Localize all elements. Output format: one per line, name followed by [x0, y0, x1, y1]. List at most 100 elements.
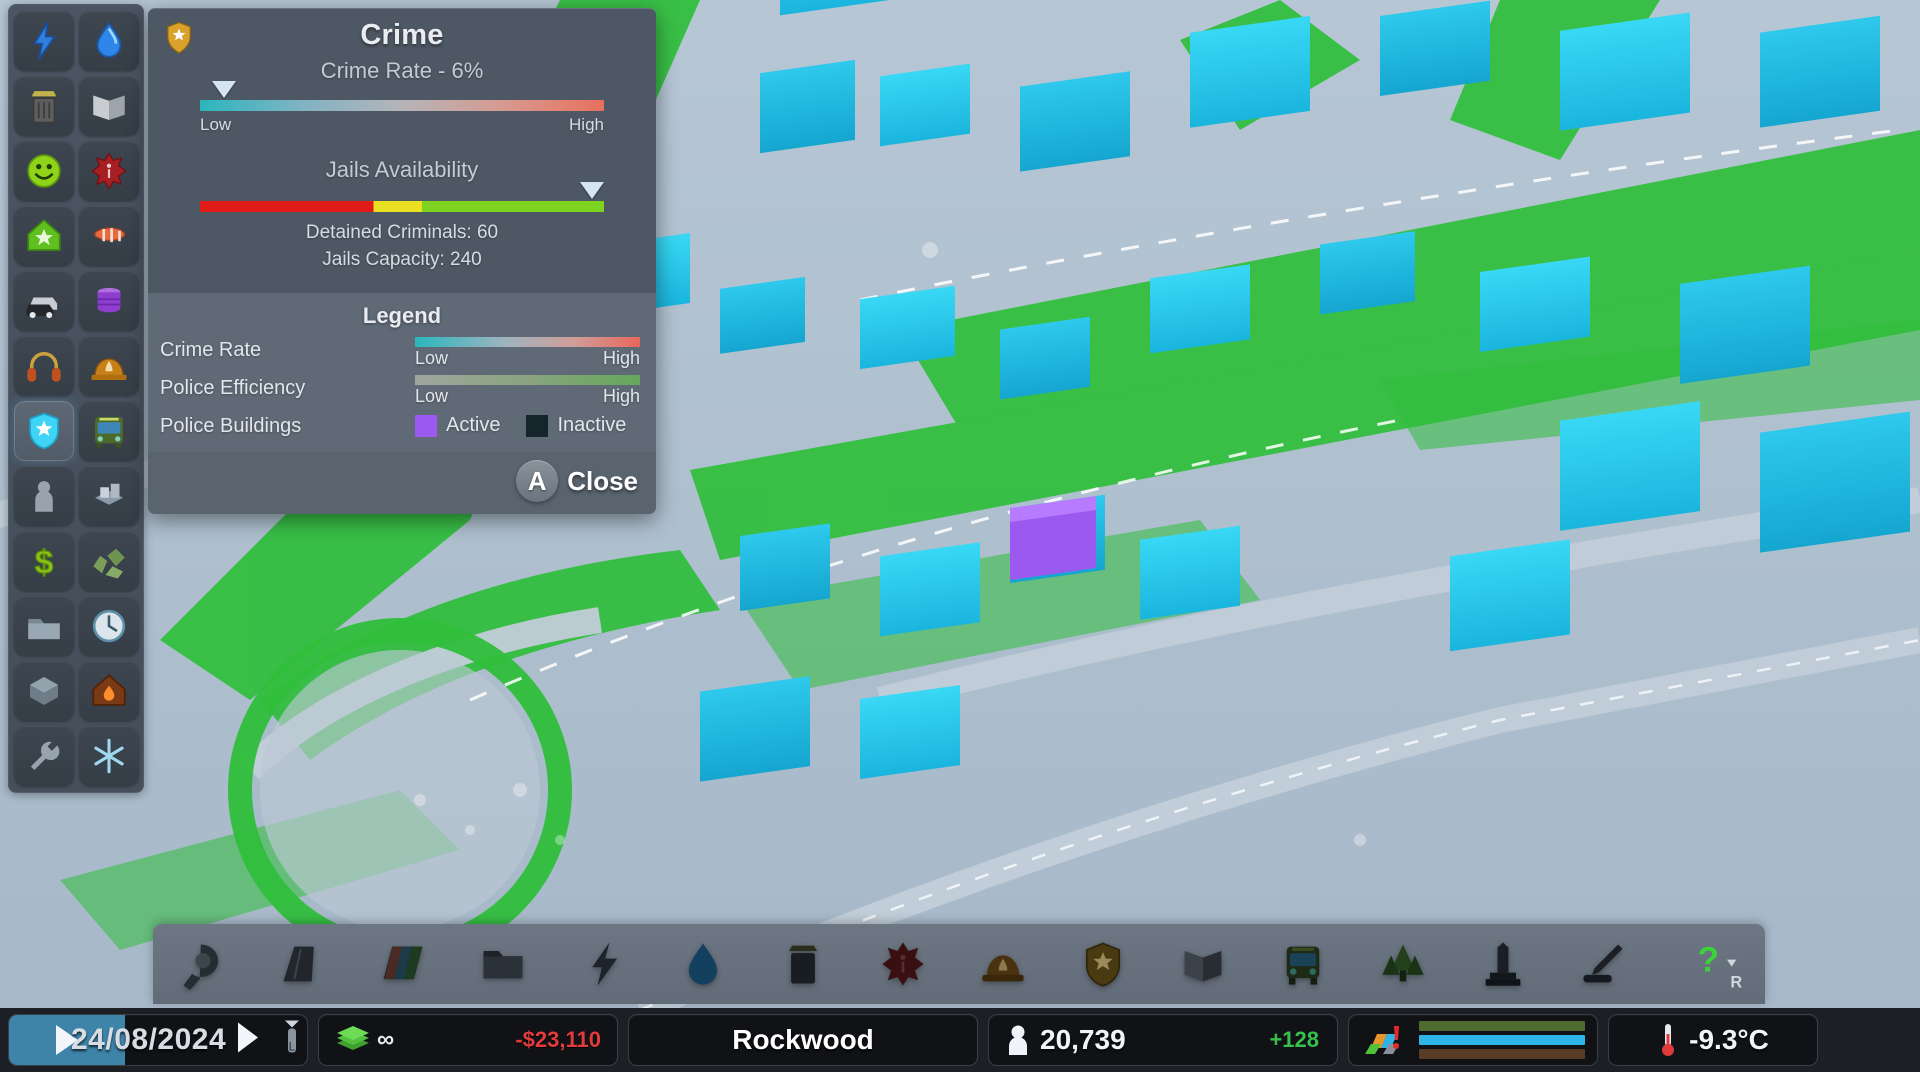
- temperature-value: -9.3°C: [1689, 1024, 1769, 1055]
- toolbar-item-education[interactable]: [1153, 924, 1253, 1004]
- police-building-marker: [1010, 495, 1096, 581]
- crime-scale-low: Low: [200, 115, 232, 134]
- fast-forward-button[interactable]: [234, 1021, 262, 1060]
- sidebar-item-electricity[interactable]: [14, 11, 74, 71]
- money-widget[interactable]: ∞ -$23,110: [318, 1014, 618, 1066]
- sidebar-item-garbage[interactable]: [14, 76, 74, 136]
- toolbar-item-police[interactable]: [1053, 924, 1153, 1004]
- trash-can-icon: [31, 91, 57, 124]
- legend-police-low: Low: [415, 386, 449, 406]
- toolbar-item-parks-plazas[interactable]: [1353, 924, 1453, 1004]
- sidebar-item-traffic[interactable]: [14, 271, 74, 331]
- sidebar-item-noise-pollution[interactable]: [14, 336, 74, 396]
- toolbar-item-electricity[interactable]: [553, 924, 653, 1004]
- legend-scale-police-efficiency: Low High: [415, 386, 640, 407]
- legend-row-crime-rate: Crime Rate Low High: [148, 337, 656, 369]
- toolbar-item-districts[interactable]: [453, 924, 553, 1004]
- monument-icon: [1485, 942, 1521, 986]
- toolbar-item-public-transport[interactable]: [1253, 924, 1353, 1004]
- crime-rate-bar: [200, 100, 604, 111]
- status-bar[interactable]: 24/08/2024 L ∞ -$23,110 Rockwood 20,739 …: [0, 1008, 1920, 1072]
- sidebar-item-time[interactable]: [79, 596, 139, 656]
- blocks-icon: [95, 483, 123, 505]
- legend-row-police-efficiency: Police Efficiency Low High: [148, 375, 656, 407]
- legend-gradient-crime-rate: [415, 337, 640, 347]
- toolbar-item-zoning[interactable]: [353, 924, 453, 1004]
- headphones-icon: [27, 352, 61, 382]
- cube-icon: [30, 677, 58, 705]
- infoviews-sidebar[interactable]: $: [8, 4, 144, 793]
- legend-value-police-efficiency: Low High: [415, 375, 644, 407]
- barrel-icon: [97, 287, 121, 313]
- book-icon: [1184, 951, 1222, 982]
- bulldozer-icon: [183, 944, 219, 990]
- sidebar-item-land-value[interactable]: [14, 206, 74, 266]
- toolbar-item-fire-department[interactable]: [953, 924, 1053, 1004]
- mini-bar-green: [1419, 1021, 1585, 1031]
- play-pause-button[interactable]: [9, 1015, 125, 1065]
- crime-scale-high: High: [569, 115, 604, 134]
- close-button-label: Close: [567, 465, 638, 496]
- sidebar-item-routes[interactable]: [14, 596, 74, 656]
- legend-value-police-buildings: Active Inactive: [415, 414, 652, 437]
- sidebar-item-population[interactable]: [14, 466, 74, 526]
- sidebar-item-public-transport[interactable]: [79, 401, 139, 461]
- toolbar-item-healthcare[interactable]: [853, 924, 953, 1004]
- police-badge-icon: [29, 412, 59, 450]
- sidebar-item-heating[interactable]: [79, 661, 139, 721]
- close-button[interactable]: A Close: [516, 460, 638, 502]
- dollar-icon: $: [34, 544, 54, 582]
- sidebar-item-natural-resources[interactable]: [79, 531, 139, 591]
- help-button[interactable]: ? R: [1685, 933, 1755, 995]
- sidebar-item-snow[interactable]: [79, 726, 139, 786]
- legend-title: Legend: [362, 303, 442, 328]
- toolbar-item-landscaping[interactable]: [1553, 924, 1653, 1004]
- toolbar-item-unique-buildings[interactable]: [1453, 924, 1553, 1004]
- toolbar-item-garbage[interactable]: [753, 924, 853, 1004]
- jails-availability-meter: [200, 182, 604, 212]
- toolbar-item-water-sewage[interactable]: [653, 924, 753, 1004]
- sidebar-item-crime[interactable]: [14, 401, 74, 461]
- legend-section: Legend Crime Rate Low High Police Effici…: [148, 293, 656, 452]
- crime-rate-marker: [212, 81, 237, 98]
- toolbar-item-bulldozer[interactable]: [153, 924, 253, 1004]
- jails-availability-label: Jails Availability: [325, 157, 479, 182]
- legend-swatch-active-group: Active: [415, 414, 500, 437]
- trash-can-icon: [788, 945, 818, 984]
- city-name-widget[interactable]: Rockwood: [628, 1014, 978, 1066]
- sidebar-item-maintenance[interactable]: [14, 726, 74, 786]
- legend-label-police-buildings: Police Buildings: [160, 415, 302, 437]
- zoning-icon: [383, 946, 423, 980]
- toolbar-item-roads[interactable]: [253, 924, 353, 1004]
- date-time-widget[interactable]: 24/08/2024 L: [8, 1014, 308, 1066]
- legend-inactive-label: Inactive: [557, 414, 627, 436]
- build-toolbar[interactable]: ? R: [153, 924, 1765, 1004]
- crime-info-panel[interactable]: Crime Crime Rate - 6% Low High Jails Ava…: [148, 8, 656, 514]
- population-widget[interactable]: 20,739 +128: [988, 1014, 1338, 1066]
- sidebar-item-education[interactable]: [79, 76, 139, 136]
- panel-footer: A Close: [148, 452, 656, 514]
- sidebar-item-budget[interactable]: $: [14, 531, 74, 591]
- sidebar-item-terrain[interactable]: [14, 661, 74, 721]
- police-badge-icon: [167, 21, 191, 54]
- money-delta-value: -$23,110: [515, 1027, 601, 1052]
- crime-rate-scale: Low High: [200, 115, 604, 135]
- sidebar-item-healthcare[interactable]: [79, 141, 139, 201]
- lightning-icon: [32, 22, 57, 60]
- population-value: 20,739: [1040, 1024, 1126, 1055]
- inactive-color-swatch: [526, 414, 549, 437]
- person-icon: [1009, 1025, 1027, 1055]
- temperature-widget[interactable]: -9.3°C: [1608, 1014, 1818, 1066]
- speed-toggle-button[interactable]: L: [279, 1019, 305, 1062]
- svg-text:R: R: [1730, 973, 1742, 991]
- infoview-summary-widget[interactable]: [1348, 1014, 1598, 1066]
- sidebar-item-water[interactable]: [79, 11, 139, 71]
- sidebar-item-happiness[interactable]: [14, 141, 74, 201]
- sidebar-item-wind[interactable]: [79, 206, 139, 266]
- sidebar-item-fire-safety[interactable]: [79, 336, 139, 396]
- sidebar-item-districts[interactable]: [79, 466, 139, 526]
- smiley-icon: [27, 154, 61, 188]
- active-color-swatch: [415, 414, 437, 437]
- city-name: Rockwood: [732, 1024, 874, 1055]
- sidebar-item-ground-pollution[interactable]: [79, 271, 139, 331]
